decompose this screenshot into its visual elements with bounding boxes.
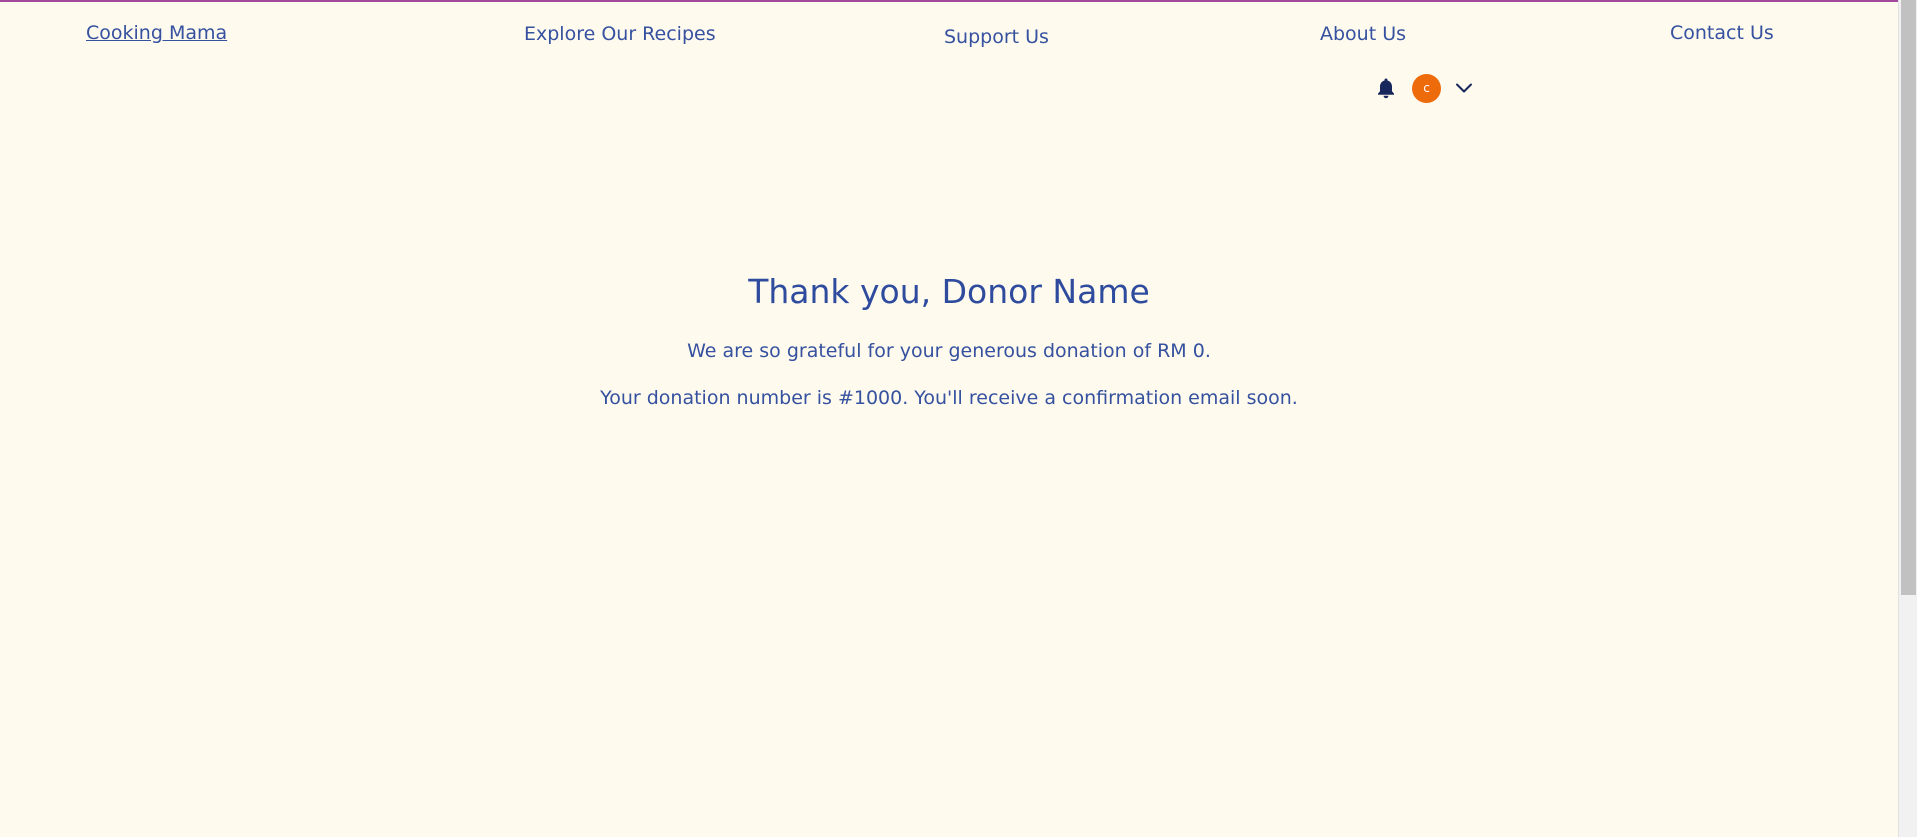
scrollbar[interactable]	[1898, 0, 1917, 837]
nav-about-us[interactable]: About Us	[1320, 23, 1406, 45]
brand-link[interactable]: Cooking Mama	[86, 22, 227, 44]
bell-icon[interactable]	[1376, 77, 1396, 99]
thank-you-heading: Thank you, Donor Name	[748, 272, 1150, 311]
nav-support-us[interactable]: Support Us	[944, 26, 1049, 48]
scrollbar-thumb[interactable]	[1901, 0, 1916, 595]
page: Cooking Mama Explore Our Recipes Support…	[0, 0, 1898, 837]
chevron-down-icon[interactable]	[1455, 82, 1473, 94]
avatar-initial: c	[1423, 81, 1430, 95]
nav-contact-us[interactable]: Contact Us	[1670, 22, 1774, 44]
confirmation-message: Your donation number is #1000. You'll re…	[600, 387, 1298, 409]
donation-message: We are so grateful for your generous don…	[687, 340, 1211, 362]
avatar[interactable]: c	[1412, 73, 1441, 103]
user-menu: c	[1376, 72, 1473, 104]
nav-explore-recipes[interactable]: Explore Our Recipes	[524, 23, 716, 45]
